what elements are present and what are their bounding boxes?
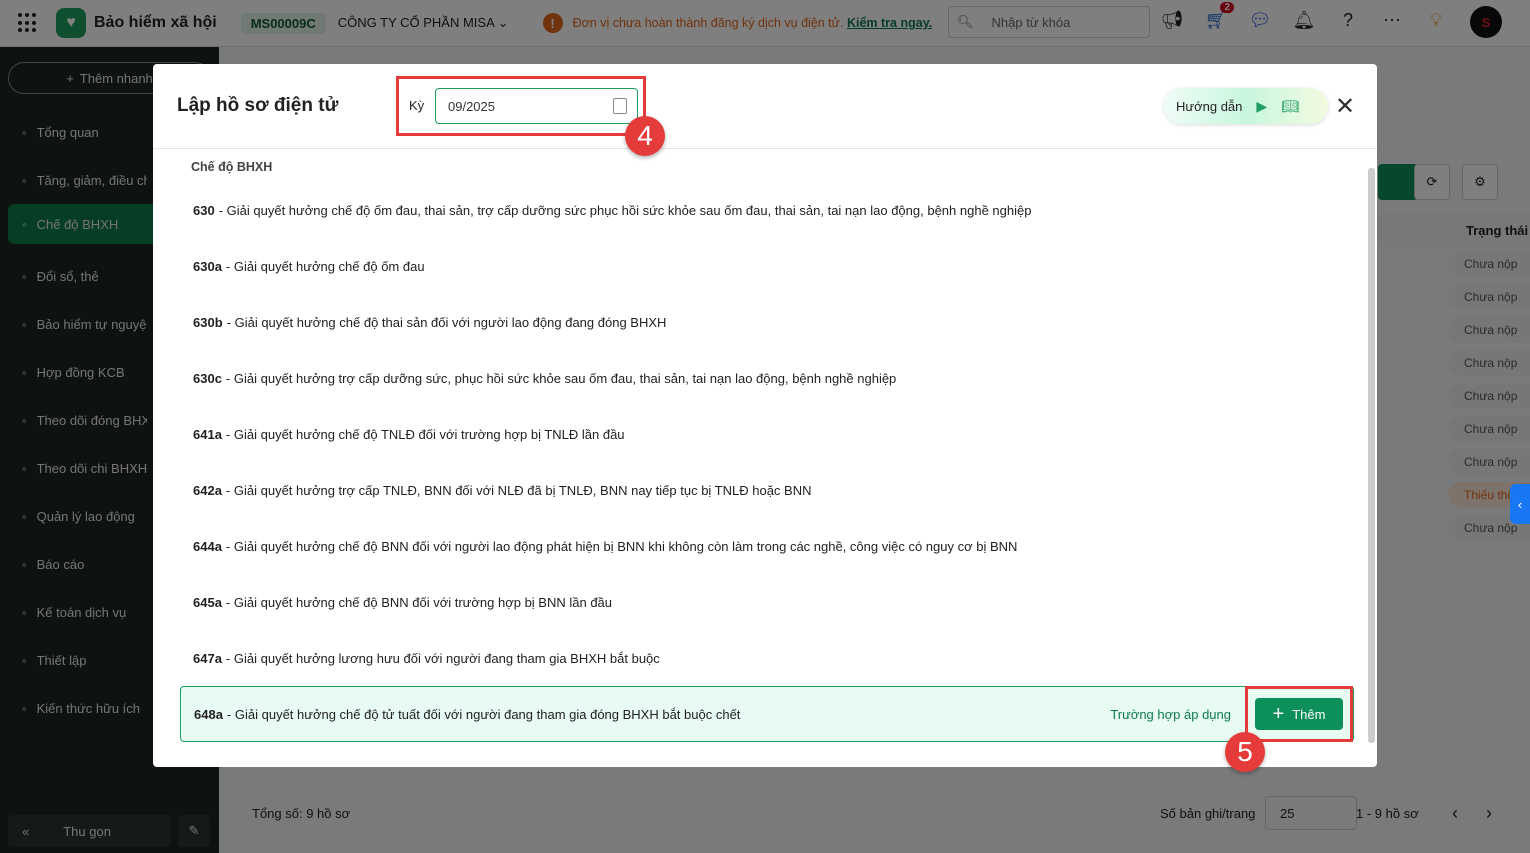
item-description: Giải quyết hưởng trợ cấp TNLĐ, BNN đối v…: [233, 482, 812, 498]
item-description: Giải quyết hưởng chế độ BNN đối với trườ…: [233, 594, 613, 610]
item-separator: -: [225, 594, 234, 610]
create-e-dossier-dialog: Lập hồ sơ điện tử Kỳ 09/2025 Hướng dẫn ▶ 📖…: [153, 64, 1377, 767]
dossier-type-item[interactable]: 630b - Giải quyết hưởng chế độ thai sản đ…: [180, 294, 1354, 350]
annotation-step-4: 4: [625, 116, 665, 156]
item-separator: -: [225, 258, 234, 274]
item-code: 642a: [193, 482, 222, 498]
dossier-type-item[interactable]: 630- Giải quyết hưởng chế độ ốm đau, tha…: [180, 182, 1354, 238]
annotation-highlight-period: [396, 76, 646, 136]
item-code: 644a: [193, 538, 222, 554]
item-separator: -: [226, 314, 235, 330]
video-icon[interactable]: ▶: [1256, 98, 1267, 115]
item-code: 630a: [193, 258, 222, 274]
item-description: Giải quyết hưởng chế độ BNN đối với ngườ…: [233, 538, 1018, 554]
guide-label: Hướng dẫn: [1176, 98, 1243, 114]
item-separator: -: [225, 370, 234, 386]
item-code: 647a: [193, 650, 222, 666]
scrollbar[interactable]: [1368, 168, 1375, 743]
dossier-type-item[interactable]: 642a - Giải quyết hưởng trợ cấp TNLĐ, BNN…: [180, 462, 1354, 518]
dialog-title: Lập hồ sơ điện tử: [177, 95, 339, 116]
annotation-highlight-add: [1245, 686, 1353, 742]
item-separator: -: [225, 650, 234, 666]
dossier-type-item[interactable]: 641a - Giải quyết hưởng chế độ TNLĐ đối v…: [180, 406, 1354, 462]
dossier-type-item[interactable]: 630a - Giải quyết hưởng chế độ ốm đau: [180, 238, 1354, 294]
item-description: Giải quyết hưởng chế độ TNLĐ đối với trư…: [233, 426, 625, 442]
item-separator: -: [225, 538, 234, 554]
item-description: Giải quyết hưởng trợ cấp dưỡng sức, phục…: [233, 370, 897, 386]
item-separator: -: [225, 426, 234, 442]
dossier-type-item[interactable]: 644a - Giải quyết hưởng chế độ BNN đối vớ…: [180, 518, 1354, 574]
dossier-type-item[interactable]: 648a - Giải quyết hưởng chế độ tử tuất đố…: [180, 686, 1354, 742]
applicable-cases-link[interactable]: Trường hợp áp dụng: [1110, 707, 1231, 722]
item-description: Giải quyết hưởng chế độ thai sản đối với…: [234, 314, 667, 330]
item-code: 641a: [193, 426, 222, 442]
item-code: 645a: [193, 594, 222, 610]
dossier-type-item[interactable]: 630c - Giải quyết hưởng trợ cấp dưỡng sức…: [180, 350, 1354, 406]
item-code: 648a: [194, 706, 223, 722]
item-separator: -: [225, 482, 234, 498]
item-separator: -: [226, 706, 235, 722]
dossier-type-item[interactable]: 647a - Giải quyết hưởng lương hưu đối với…: [180, 630, 1354, 686]
guide-button[interactable]: Hướng dẫn ▶ 📖︎: [1164, 88, 1328, 124]
book-icon[interactable]: 📖︎: [1281, 98, 1299, 115]
item-code: 630: [193, 202, 215, 218]
close-icon[interactable]: ✕: [1335, 92, 1355, 121]
dossier-type-list: 630- Giải quyết hưởng chế độ ốm đau, tha…: [180, 182, 1354, 742]
item-description: Giải quyết hưởng chế độ ốm đau, thai sản…: [226, 202, 1032, 218]
dossier-type-item[interactable]: 645a - Giải quyết hưởng chế độ BNN đối vớ…: [180, 574, 1354, 630]
item-separator: -: [218, 202, 227, 218]
item-description: Giải quyết hưởng chế độ tử tuất đối với …: [234, 706, 741, 722]
item-description: Giải quyết hưởng lương hưu đối với người…: [233, 650, 660, 666]
item-code: 630c: [193, 370, 222, 386]
annotation-step-5: 5: [1225, 732, 1265, 772]
side-panel-toggle[interactable]: ‹: [1510, 484, 1530, 524]
section-title: Chế độ BHXH: [191, 160, 273, 174]
item-description: Giải quyết hưởng chế độ ốm đau: [233, 258, 425, 274]
item-code: 630b: [193, 314, 223, 330]
